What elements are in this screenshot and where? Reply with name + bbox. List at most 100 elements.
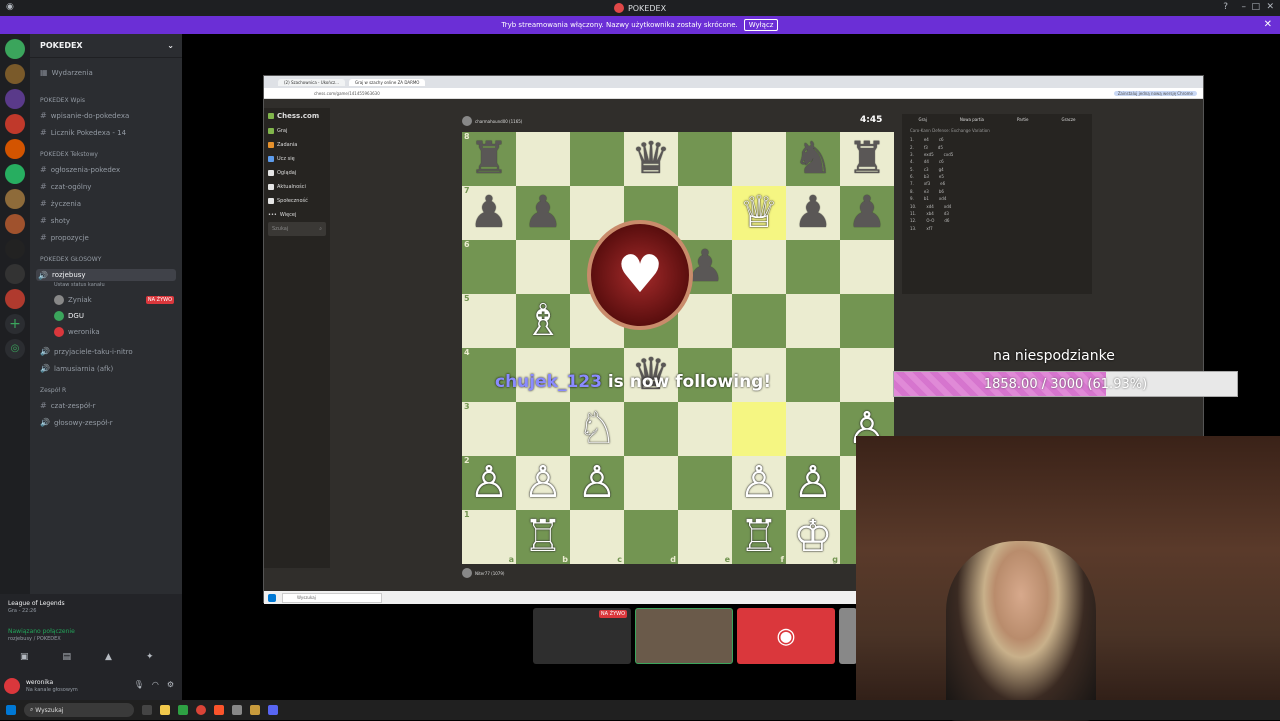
board-square[interactable] — [516, 240, 570, 294]
settings-icon[interactable]: ⚙ — [167, 680, 174, 689]
explore-icon[interactable]: ◎ — [5, 339, 25, 359]
move-cell[interactable]: f3 — [924, 145, 928, 150]
chess-piece[interactable]: ♙ — [577, 461, 616, 505]
menu-watch[interactable]: Oglądaj — [264, 166, 330, 180]
league-icon[interactable] — [250, 705, 260, 715]
channel-zyczenia[interactable]: # życzenia — [40, 199, 81, 208]
stream-thumb-more[interactable] — [839, 608, 857, 664]
board-square[interactable] — [678, 186, 732, 240]
menu-puzzles[interactable]: Zadania — [264, 138, 330, 152]
tab-players[interactable]: Gracze — [1061, 117, 1075, 122]
channel-wpisanie[interactable]: # wpisanie-do-pokedexa — [40, 111, 129, 120]
voice-channel-rozjebusy[interactable]: 🔊 rozjebusy — [36, 269, 176, 281]
move-cell[interactable]: xf7 — [926, 226, 932, 231]
menu-news[interactable]: Aktualności — [264, 180, 330, 194]
activity-icon[interactable]: ▲ — [105, 652, 112, 662]
board-square[interactable]: ♗ — [516, 294, 570, 348]
mic-icon[interactable]: 🎙 — [134, 680, 144, 689]
settings-icon[interactable] — [232, 705, 242, 715]
board-square[interactable]: f ♖ — [732, 510, 786, 564]
move-cell[interactable]: g4 — [939, 167, 944, 172]
chess-piece[interactable]: ♖ — [523, 515, 562, 559]
board-square[interactable] — [786, 294, 840, 348]
board-square[interactable] — [678, 456, 732, 510]
move-cell[interactable]: e5 — [939, 174, 944, 179]
chess-piece[interactable]: ♟ — [469, 191, 508, 235]
chess-piece[interactable]: ♞ — [793, 137, 832, 181]
board-square[interactable] — [516, 402, 570, 456]
move-cell[interactable]: e4 — [924, 137, 929, 142]
windows-start-icon[interactable] — [268, 593, 276, 602]
voice-user-zyniak[interactable]: Zyniak NA ŻYWO — [54, 295, 174, 305]
move-cell[interactable]: d4 — [924, 159, 929, 164]
server-icon[interactable] — [5, 214, 25, 234]
board-square[interactable]: g ♔ — [786, 510, 840, 564]
server-icon[interactable] — [5, 239, 25, 259]
board-square[interactable]: ♙ — [732, 456, 786, 510]
server-icon[interactable] — [5, 64, 25, 84]
voice-channel-przyjaciele[interactable]: 🔊 przyjaciele-taku-i-nitro — [40, 347, 133, 356]
move-cell[interactable]: cxd5 — [944, 152, 954, 157]
move-cell[interactable]: exd5 — [924, 152, 934, 157]
move-cell[interactable]: b6 — [939, 189, 944, 194]
file-explorer-icon[interactable] — [160, 705, 170, 715]
board-square[interactable]: ♛ — [624, 132, 678, 186]
chess-piece[interactable]: ♕ — [739, 191, 778, 235]
board-square[interactable]: 2 ♙ — [462, 456, 516, 510]
voice-channel-lamusiarnia[interactable]: 🔊 lamusiarnia (afk) — [40, 364, 113, 373]
board-square[interactable] — [678, 402, 732, 456]
chess-piece[interactable]: ♜ — [469, 137, 508, 181]
board-square[interactable] — [840, 348, 894, 402]
chess-piece[interactable]: ♙ — [469, 461, 508, 505]
channel-events[interactable]: ▦ Wydarzenia — [40, 68, 93, 77]
inner-search-input[interactable]: Wyszukaj — [282, 592, 382, 603]
help-icon[interactable]: ? — [1223, 2, 1228, 12]
category-wpis[interactable]: POKEDEX Wpis — [40, 97, 85, 104]
chess-logo[interactable]: Chess.com — [264, 108, 330, 124]
board-square[interactable] — [786, 240, 840, 294]
board-square[interactable]: ♟ — [786, 186, 840, 240]
chess-piece[interactable]: ♘ — [577, 407, 616, 451]
chess-piece[interactable]: ♙ — [793, 461, 832, 505]
chess-piece[interactable]: ♛ — [631, 137, 670, 181]
server-icon[interactable] — [5, 164, 25, 184]
board-square[interactable] — [624, 456, 678, 510]
chess-piece[interactable]: ♙ — [523, 461, 562, 505]
board-square[interactable]: e — [678, 510, 732, 564]
board-square[interactable] — [732, 240, 786, 294]
taskbar-search-input[interactable]: ⌕ Wyszukaj — [24, 703, 134, 717]
chess-piece[interactable]: ♟ — [523, 191, 562, 235]
board-square[interactable]: b ♖ — [516, 510, 570, 564]
channel-status[interactable]: Ustaw status kanału — [54, 282, 105, 288]
maximize-icon[interactable]: □ — [1251, 2, 1260, 12]
address-bar[interactable]: chess.com/game/141455963630 Zainstaluj j… — [264, 88, 1203, 99]
board-square[interactable] — [732, 132, 786, 186]
channel-czat-r[interactable]: # czat-zespół-r — [40, 401, 96, 410]
board-square[interactable] — [786, 348, 840, 402]
discord-taskbar-icon[interactable] — [268, 705, 278, 715]
windows-start-icon[interactable] — [6, 705, 16, 715]
server-header[interactable]: POKEDEX ⌄ — [30, 34, 182, 58]
channel-shoty[interactable]: # shoty — [40, 216, 70, 225]
move-cell[interactable]: c3 — [924, 167, 929, 172]
board-square[interactable] — [840, 240, 894, 294]
chess-piece[interactable]: ♔ — [793, 515, 832, 559]
close-window-icon[interactable]: ✕ — [1266, 2, 1274, 12]
connection-channel[interactable]: rozjebusy / POKEDEX — [8, 636, 61, 642]
server-icon[interactable] — [5, 289, 25, 309]
update-button[interactable]: Zainstaluj jedną nową wersję Chrome — [1113, 90, 1197, 96]
voice-channel-glos-r[interactable]: 🔊 głosowy-zespół-r — [40, 418, 113, 427]
move-cell[interactable]: d6 — [944, 218, 949, 223]
video-icon[interactable]: ▣ — [20, 652, 29, 662]
category-tekst[interactable]: POKEDEX Tekstowy — [40, 151, 98, 158]
category-glos[interactable]: POKEDEX GŁOSOWY — [40, 256, 101, 263]
banner-close-icon[interactable]: ✕ — [1264, 19, 1272, 30]
menu-community[interactable]: Społeczność — [264, 194, 330, 208]
board-square[interactable]: ♙ — [516, 456, 570, 510]
board-square[interactable]: 6 — [462, 240, 516, 294]
move-cell[interactable]: xb4 — [926, 211, 933, 216]
move-cell[interactable]: d5 — [938, 145, 943, 150]
chess-piece[interactable]: ♙ — [739, 461, 778, 505]
board-square[interactable]: 1a — [462, 510, 516, 564]
board-square[interactable] — [732, 294, 786, 348]
